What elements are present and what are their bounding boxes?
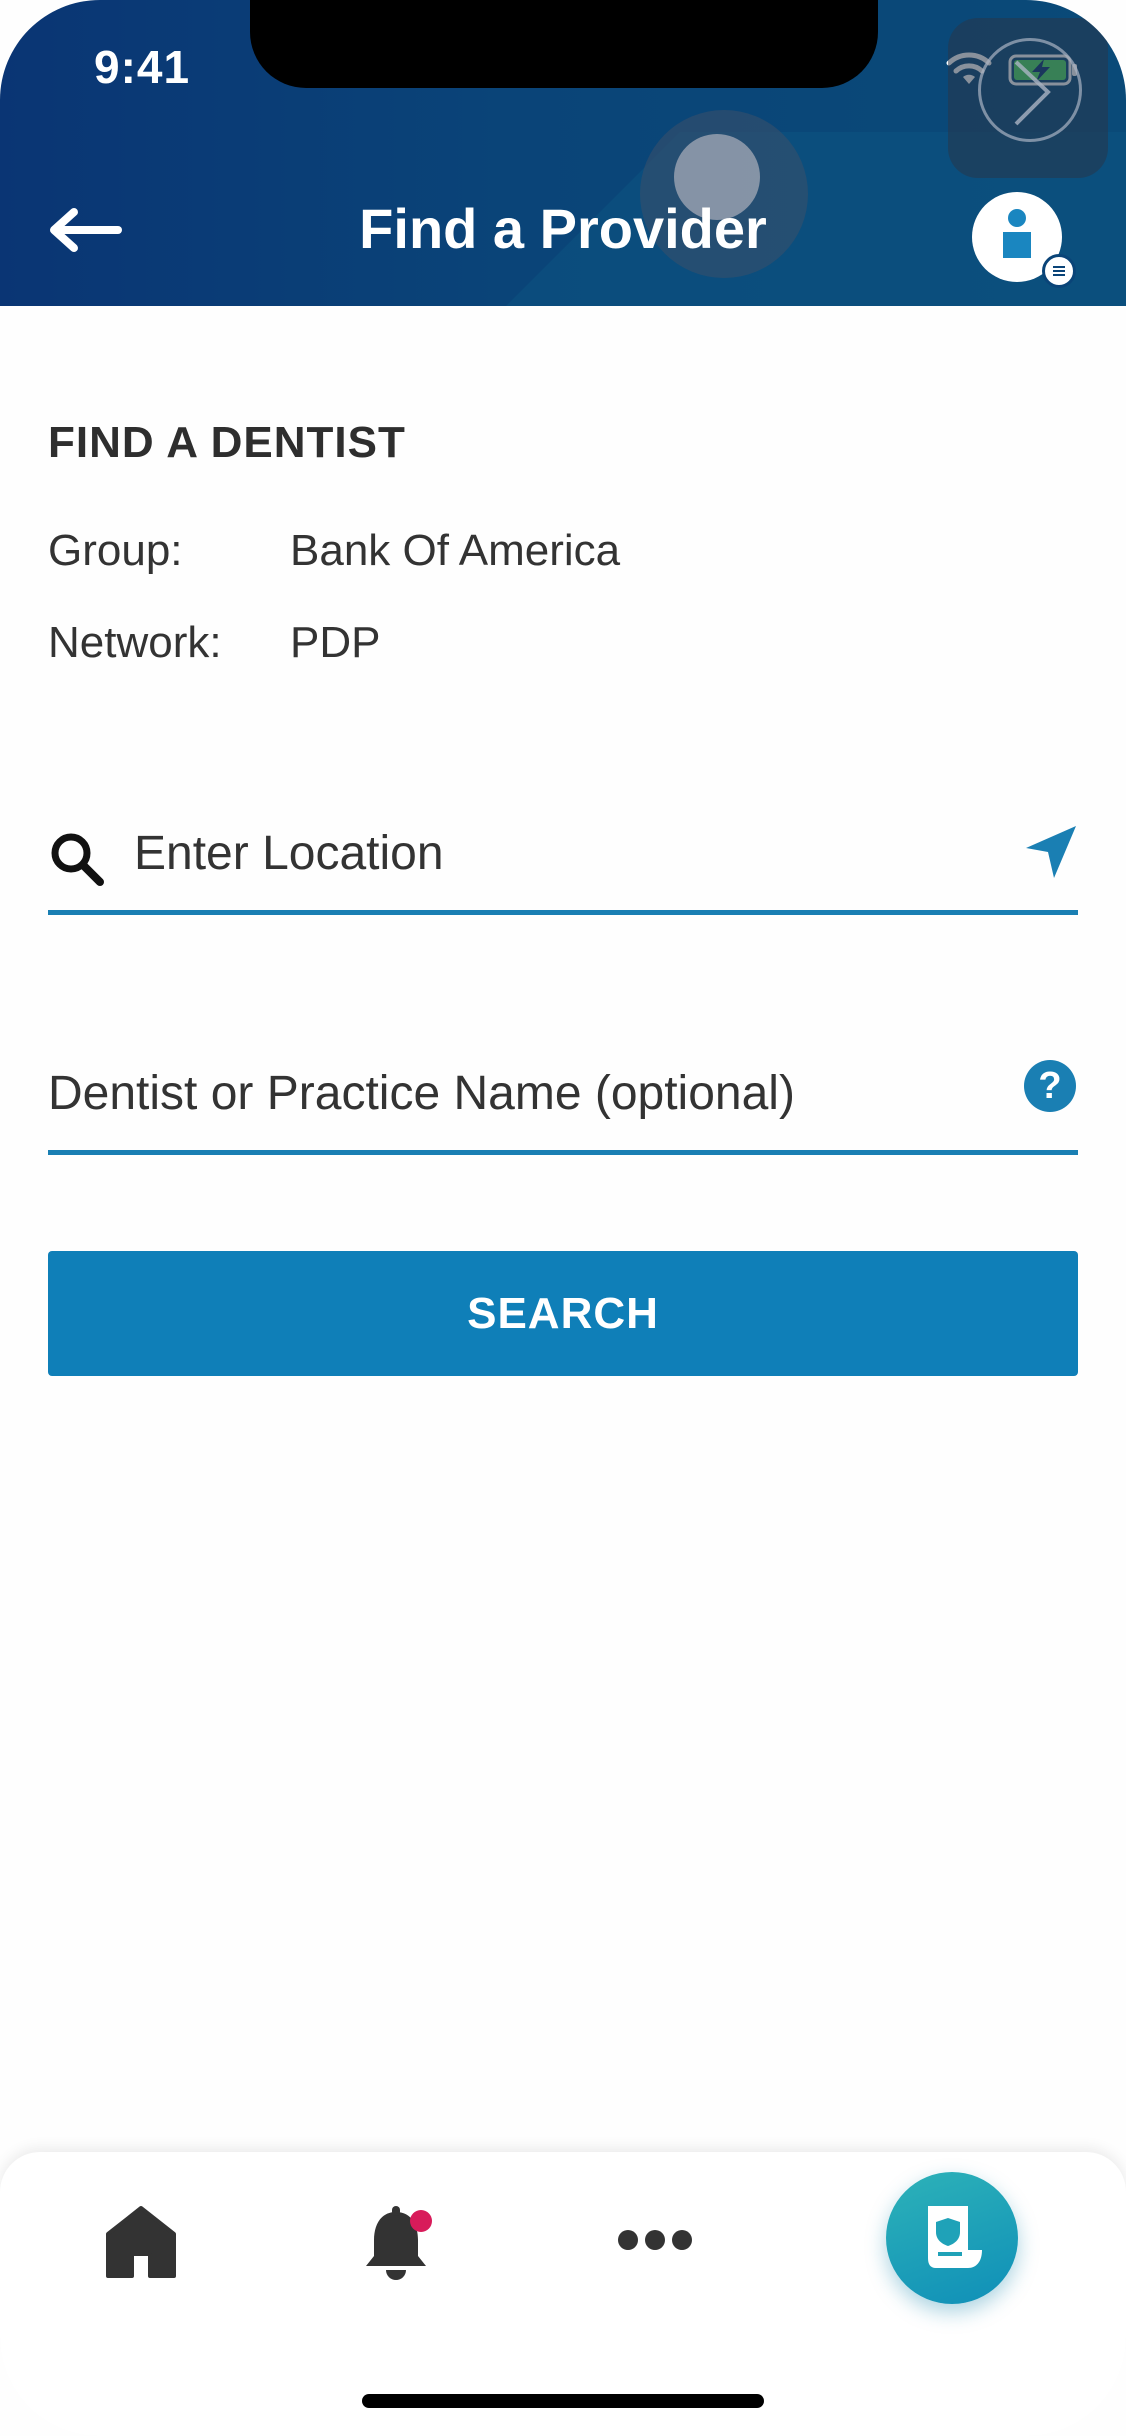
network-value: PDP	[290, 618, 381, 667]
group-label: Group:	[48, 526, 183, 575]
phone-screen: 9:41 Find a Provider FIND A DENTIST Grou…	[0, 0, 1126, 2436]
page-title: Find a Provider	[359, 197, 767, 260]
assistive-touch-indicator	[948, 18, 1108, 178]
more-icon[interactable]	[616, 2228, 694, 2252]
home-icon[interactable]	[104, 2204, 178, 2280]
id-card-fab-button[interactable]	[886, 2172, 1018, 2304]
location-field[interactable]: Enter Location	[48, 800, 1078, 915]
search-icon	[51, 833, 104, 886]
network-label: Network:	[48, 618, 222, 667]
device-notch	[250, 0, 878, 88]
group-value: Bank Of America	[290, 526, 621, 575]
notification-dot	[410, 2210, 432, 2232]
profile-avatar-button[interactable]	[972, 192, 1076, 288]
id-card-icon	[928, 2206, 982, 2268]
location-placeholder[interactable]: Enter Location	[134, 826, 444, 881]
person-icon	[1003, 209, 1031, 258]
help-icon[interactable]: ?	[1024, 1060, 1076, 1112]
app-header: 9:41 Find a Provider	[0, 0, 1126, 306]
locate-me-icon[interactable]	[1022, 822, 1080, 884]
section-heading: FIND A DENTIST	[48, 418, 406, 467]
menu-badge-icon	[1042, 254, 1076, 288]
dentist-name-placeholder[interactable]: Dentist or Practice Name (optional)	[48, 1066, 795, 1121]
status-time: 9:41	[94, 41, 191, 93]
home-indicator	[362, 2394, 764, 2408]
dentist-name-field[interactable]: Dentist or Practice Name (optional) ?	[48, 1040, 1078, 1155]
search-button[interactable]: SEARCH	[48, 1251, 1078, 1376]
